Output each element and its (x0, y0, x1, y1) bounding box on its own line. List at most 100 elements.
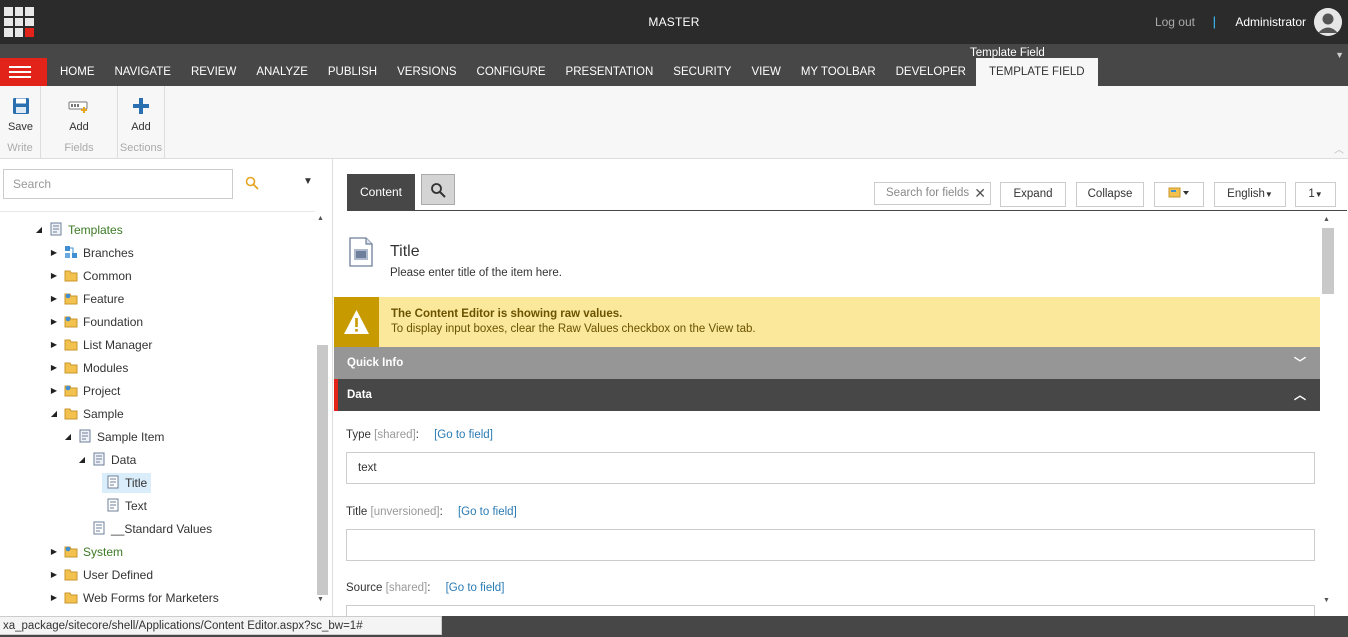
avatar[interactable] (1314, 8, 1342, 36)
tab-presentation[interactable]: PRESENTATION (556, 58, 664, 86)
tab-publish[interactable]: PUBLISH (318, 58, 387, 86)
ribbon-tab-strip: HOME NAVIGATE REVIEW ANALYZE PUBLISH VER… (50, 58, 1098, 86)
folder-module-icon (64, 316, 78, 328)
tab-view[interactable]: VIEW (741, 58, 790, 86)
clear-close-icon[interactable]: ✕ (974, 183, 986, 204)
collapsed-arrow-icon[interactable]: ▶ (48, 266, 60, 286)
branches-icon (65, 246, 77, 258)
goto-field-link[interactable]: [Go to field] (446, 582, 505, 594)
collapsed-arrow-icon[interactable]: ▶ (48, 243, 60, 263)
tab-review[interactable]: REVIEW (181, 58, 246, 86)
collapsed-arrow-icon[interactable]: ▶ (48, 588, 60, 608)
collapsed-arrow-icon[interactable]: ▶ (48, 312, 60, 332)
tree-node-branches[interactable]: ▶ Branches (51, 243, 134, 263)
tree-node-web-forms[interactable]: ▶ Web Forms for Marketers (51, 588, 219, 608)
field-input-type[interactable]: text (346, 452, 1315, 484)
section-data[interactable]: Data ︿ (334, 379, 1320, 411)
tab-home[interactable]: HOME (50, 58, 105, 86)
folder-module-icon (64, 293, 78, 305)
scroll-up-icon[interactable]: ▲ (1323, 216, 1330, 223)
tree-node-project[interactable]: ▶ Project (51, 381, 120, 401)
folder-module-icon (64, 385, 78, 397)
collapsed-arrow-icon[interactable]: ▶ (48, 289, 60, 309)
collapse-button[interactable]: Collapse (1076, 182, 1144, 207)
goto-field-link[interactable]: [Go to field] (458, 506, 517, 518)
tree-node-user-defined[interactable]: ▶ User Defined (51, 565, 153, 585)
version-chevron-down-icon: ▼ (1314, 190, 1323, 199)
tab-content[interactable]: Content (347, 174, 415, 210)
collapsed-arrow-icon[interactable]: ▶ (48, 542, 60, 562)
add-section-button[interactable]: Add (122, 96, 160, 133)
ribbon-toggle-icon[interactable]: ▼ (1335, 50, 1344, 60)
ribbon-group-sections: Add Sections (118, 86, 165, 158)
field-input-source[interactable] (346, 605, 1315, 616)
search-options-chevron-down-icon[interactable]: ▼ (303, 176, 313, 187)
tab-versions[interactable]: VERSIONS (387, 58, 466, 86)
menu-hamburger-icon[interactable] (0, 58, 47, 86)
tree-node-data[interactable]: ◢ Data (79, 450, 136, 470)
save-button[interactable]: Save (0, 96, 41, 133)
tab-configure[interactable]: CONFIGURE (467, 58, 556, 86)
collapsed-arrow-icon[interactable]: ▶ (48, 358, 60, 378)
tab-navigate[interactable]: NAVIGATE (105, 58, 181, 86)
tree-node-text[interactable]: Text (106, 496, 147, 516)
tab-my-toolbar[interactable]: MY TOOLBAR (791, 58, 886, 86)
tree-node-sample-item[interactable]: ◢ Sample Item (65, 427, 164, 447)
expanded-arrow-icon[interactable]: ◢ (62, 427, 74, 447)
scroll-thumb[interactable] (1322, 228, 1334, 294)
tab-template-field[interactable]: TEMPLATE FIELD (975, 58, 1098, 86)
tree-node-list-manager[interactable]: ▶ List Manager (51, 335, 152, 355)
tree-node-foundation[interactable]: ▶ Foundation (51, 312, 143, 332)
collapse-ribbon-icon[interactable]: ︿ (1334, 141, 1344, 156)
tree-scrollbar[interactable]: ▲ ▼ (315, 211, 329, 611)
search-fields-input[interactable]: Search for fields ✕ (874, 182, 991, 205)
field-input-title[interactable] (346, 529, 1315, 561)
warning-title: The Content Editor is showing raw values… (391, 308, 623, 320)
editor-scrollbar[interactable]: ▲ ▼ (1320, 214, 1334, 609)
version-select[interactable]: 1▼ (1295, 182, 1336, 207)
tree-node-common[interactable]: ▶ Common (51, 266, 132, 286)
collapsed-arrow-icon[interactable]: ▶ (48, 335, 60, 355)
section-quick-info[interactable]: Quick Info ﹀ (334, 347, 1320, 379)
tree-node-system[interactable]: ▶ System (51, 542, 123, 562)
tree-node-modules[interactable]: ▶ Modules (51, 358, 128, 378)
tree-node-feature[interactable]: ▶ Feature (51, 289, 124, 309)
expanded-arrow-icon[interactable]: ◢ (33, 220, 45, 240)
item-options-button[interactable] (1154, 182, 1204, 207)
editor-tabs: Content (347, 174, 455, 210)
plus-icon (133, 98, 149, 114)
add-field-button[interactable]: Add (60, 96, 98, 133)
tree-node-templates[interactable]: ◢ Templates (36, 220, 123, 240)
expand-button[interactable]: Expand (1000, 182, 1066, 207)
language-select[interactable]: English▼ (1214, 182, 1286, 207)
tree-node-standard-values[interactable]: __Standard Values (92, 519, 212, 539)
tab-security[interactable]: SECURITY (663, 58, 741, 86)
scroll-down-icon[interactable]: ▼ (317, 596, 324, 603)
tab-search[interactable] (421, 174, 455, 205)
collapsed-arrow-icon[interactable]: ▶ (48, 565, 60, 585)
status-url: xa_package/sitecore/shell/Applications/C… (0, 616, 442, 635)
tab-developer[interactable]: DEVELOPER (886, 58, 976, 86)
language-chevron-down-icon: ▼ (1264, 190, 1273, 199)
top-bar: MASTER Log out | Administrator (0, 0, 1348, 44)
scroll-up-icon[interactable]: ▲ (317, 215, 324, 222)
section-quick-info-label: Quick Info (347, 357, 404, 369)
collapsed-arrow-icon[interactable]: ▶ (48, 381, 60, 401)
tree-node-title[interactable]: Title (102, 473, 152, 493)
tree-search-input[interactable]: Search (3, 169, 233, 199)
chevron-down-icon[interactable]: ﹀ (1294, 347, 1306, 379)
tab-analyze[interactable]: ANALYZE (246, 58, 318, 86)
logout-link[interactable]: Log out (1155, 15, 1195, 29)
ribbon-group-write: Save Write (0, 86, 41, 158)
warning-text: To display input boxes, clear the Raw Va… (391, 323, 756, 335)
field-label-title: Title [unversioned]: [Go to field] (346, 506, 517, 518)
tree-node-sample[interactable]: ◢ Sample (51, 404, 124, 424)
expanded-arrow-icon[interactable]: ◢ (76, 450, 88, 470)
chevron-up-icon[interactable]: ︿ (1294, 379, 1306, 411)
expanded-arrow-icon[interactable]: ◢ (48, 404, 60, 424)
search-icon[interactable] (245, 176, 259, 190)
goto-field-link[interactable]: [Go to field] (434, 429, 493, 441)
user-name[interactable]: Administrator (1235, 15, 1306, 29)
scroll-thumb[interactable] (317, 345, 328, 595)
scroll-down-icon[interactable]: ▼ (1323, 597, 1330, 604)
